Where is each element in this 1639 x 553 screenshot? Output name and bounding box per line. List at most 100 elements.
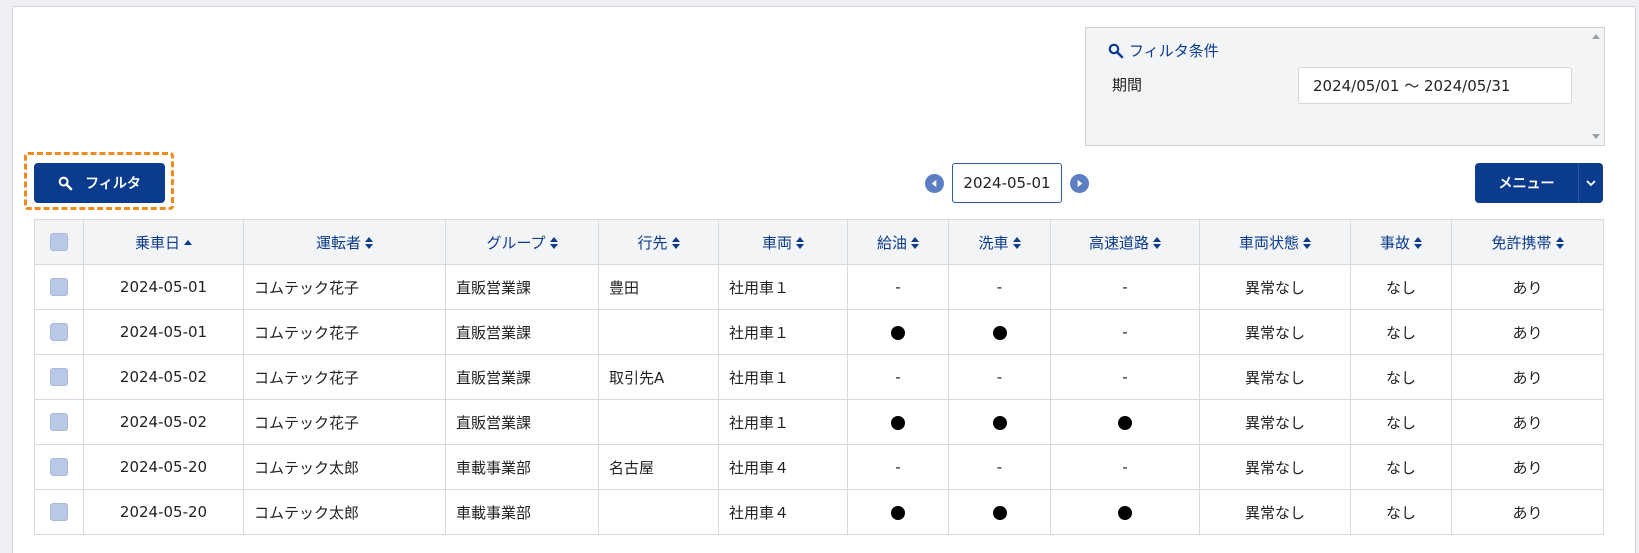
column-header-license[interactable]: 免許携帯 bbox=[1451, 219, 1604, 265]
cell-fuel: - bbox=[847, 264, 949, 310]
next-date-button[interactable] bbox=[1070, 173, 1089, 193]
cell-wash: - bbox=[948, 444, 1051, 490]
cell-accident: なし bbox=[1350, 399, 1452, 445]
column-header-label: 行先 bbox=[637, 233, 668, 252]
cell-wash: ● bbox=[948, 399, 1051, 445]
cell-destination: 取引先A bbox=[598, 354, 719, 400]
column-header-label: 運転者 bbox=[315, 233, 361, 252]
filled-dot-icon: ● bbox=[992, 505, 1007, 520]
filled-dot-icon: ● bbox=[992, 415, 1007, 430]
cell-condition: 異常なし bbox=[1199, 489, 1351, 535]
table-row[interactable]: 2024-05-01 コムテック花子 直販営業課 豊田 社用車１- - - 異常なし なし あり bbox=[34, 264, 1604, 310]
row-checkbox[interactable] bbox=[50, 278, 68, 297]
cell-group: 直販営業課 bbox=[445, 309, 599, 355]
search-icon bbox=[1108, 43, 1124, 58]
table-row[interactable]: 2024-05-01コムテック花子直販営業課 社用車１ ● ● -異常なしなしあり bbox=[34, 309, 1604, 355]
cell-wash: - bbox=[948, 354, 1051, 400]
prev-date-button[interactable] bbox=[925, 173, 944, 193]
row-select-cell bbox=[34, 264, 84, 310]
table-row[interactable]: 2024-05-20 コムテック太郎 車載事業部 名古屋 社用車４- - - 異常なし なし あり bbox=[34, 444, 1604, 490]
column-header-label: 高速道路 bbox=[1088, 233, 1149, 252]
filled-dot-icon: ● bbox=[1118, 505, 1132, 520]
chevron-left-icon bbox=[931, 179, 937, 187]
column-header-date[interactable]: 乗車日 bbox=[83, 219, 244, 265]
column-header-label: 洗車 bbox=[978, 233, 1009, 252]
menu-dropdown-toggle[interactable] bbox=[1578, 163, 1603, 203]
column-header-group[interactable]: グループ bbox=[445, 219, 599, 265]
scroll-down-arrow-icon[interactable] bbox=[1592, 134, 1600, 139]
sort-icon bbox=[1555, 236, 1564, 249]
cell-driver: コムテック花子 bbox=[243, 264, 446, 310]
select-all-checkbox[interactable] bbox=[50, 233, 68, 252]
filter-conditions-title-text: フィルタ条件 bbox=[1129, 42, 1219, 60]
column-header-label: 給油 bbox=[876, 233, 907, 252]
cell-license: あり bbox=[1451, 354, 1604, 400]
cell-fuel: ● bbox=[847, 309, 949, 355]
column-header-label: 事故 bbox=[1379, 233, 1410, 252]
cell-license: あり bbox=[1451, 309, 1604, 355]
column-header-driver[interactable]: 運転者 bbox=[243, 219, 446, 265]
filter-button[interactable]: フィルタ bbox=[34, 163, 165, 203]
cell-date: 2024-05-02 bbox=[83, 354, 244, 400]
column-header-wash[interactable]: 洗車 bbox=[948, 219, 1051, 265]
sort-icon bbox=[365, 236, 373, 249]
cell-highway: ● bbox=[1050, 399, 1200, 445]
scroll-up-arrow-icon[interactable] bbox=[1592, 34, 1600, 39]
filled-dot-icon: ● bbox=[992, 325, 1007, 340]
cell-highway: - bbox=[1050, 264, 1200, 310]
row-checkbox[interactable] bbox=[50, 413, 68, 432]
table-row[interactable]: 2024-05-02 コムテック花子 直販営業課 取引先A 社用車１- - - 異常なし なしあ… bbox=[34, 354, 1604, 400]
sort-icon bbox=[1303, 236, 1311, 249]
cell-fuel: ● bbox=[847, 489, 949, 535]
cell-accident: なし bbox=[1350, 489, 1452, 535]
table-row[interactable]: 2024-05-20コムテック太郎車載事業部 社用車４ ● ● ● 異常なしなしあり bbox=[34, 489, 1604, 535]
cell-highway: - bbox=[1050, 309, 1200, 355]
search-icon bbox=[58, 176, 73, 190]
cell-destination: 豊田 bbox=[598, 264, 719, 310]
cell-highway: ● bbox=[1050, 489, 1200, 535]
row-select-cell bbox=[34, 309, 84, 355]
cell-license: あり bbox=[1451, 489, 1604, 535]
current-date-display[interactable]: 2024-05-01 bbox=[952, 163, 1062, 203]
table-row[interactable]: 2024-05-02コムテック花子直販営業課 社用車１ ● ● ● 異常なしなしあり bbox=[34, 399, 1604, 445]
cell-date: 2024-05-20 bbox=[83, 444, 244, 490]
cell-group: 車載事業部 bbox=[445, 489, 599, 535]
row-select-cell bbox=[34, 354, 84, 400]
period-input[interactable]: 2024/05/01 〜 2024/05/31 bbox=[1298, 67, 1572, 104]
cell-driver: コムテック太郎 bbox=[243, 489, 446, 535]
table-header-row: 乗車日 運転者 グループ 行先 車両 給油 洗車 高速道路 車両状態 事故 免許… bbox=[34, 219, 1604, 265]
column-header-vehicle[interactable]: 車両 bbox=[718, 219, 848, 265]
filter-button-label: フィルタ bbox=[85, 176, 141, 192]
column-header-label: グループ bbox=[486, 233, 546, 252]
cell-highway: - bbox=[1050, 444, 1200, 490]
period-label: 期間 bbox=[1112, 76, 1143, 94]
cell-wash: - bbox=[948, 264, 1051, 310]
column-header-condition[interactable]: 車両状態 bbox=[1199, 219, 1351, 265]
menu-button[interactable]: メニュー bbox=[1475, 163, 1603, 203]
cell-accident: なし bbox=[1350, 354, 1452, 400]
sort-asc-icon bbox=[184, 239, 192, 245]
cell-condition: 異常なし bbox=[1199, 264, 1351, 310]
ride-records-table: 乗車日 運転者 グループ 行先 車両 給油 洗車 高速道路 車両状態 事故 免許… bbox=[34, 219, 1604, 535]
chevron-down-icon bbox=[1586, 180, 1596, 187]
row-checkbox[interactable] bbox=[50, 368, 68, 387]
menu-button-label: メニュー bbox=[1498, 176, 1555, 192]
cell-date: 2024-05-02 bbox=[83, 399, 244, 445]
column-header-accident[interactable]: 事故 bbox=[1350, 219, 1452, 265]
cell-vehicle: 社用車１ bbox=[718, 354, 848, 400]
cell-license: あり bbox=[1451, 264, 1604, 310]
cell-vehicle: 社用車１ bbox=[718, 399, 848, 445]
row-checkbox[interactable] bbox=[50, 323, 68, 342]
cell-vehicle: 社用車４ bbox=[718, 444, 848, 490]
cell-accident: なし bbox=[1350, 264, 1452, 310]
cell-accident: なし bbox=[1350, 444, 1452, 490]
row-checkbox[interactable] bbox=[50, 503, 68, 522]
cell-driver: コムテック花子 bbox=[243, 354, 446, 400]
row-select-cell bbox=[34, 489, 84, 535]
column-header-destination[interactable]: 行先 bbox=[598, 219, 719, 265]
column-header-label: 乗車日 bbox=[134, 233, 180, 252]
column-header-highway[interactable]: 高速道路 bbox=[1050, 219, 1200, 265]
cell-driver: コムテック太郎 bbox=[243, 444, 446, 490]
row-checkbox[interactable] bbox=[50, 458, 68, 477]
column-header-fuel[interactable]: 給油 bbox=[847, 219, 949, 265]
